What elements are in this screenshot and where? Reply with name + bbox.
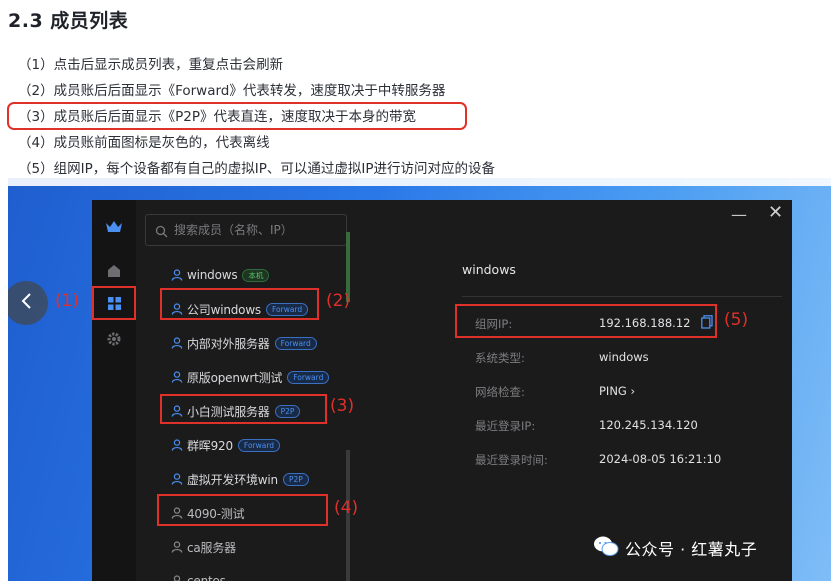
member-tag: P2P: [282, 472, 309, 486]
detail-value: 120.245.134.120: [599, 418, 698, 432]
callout-label-2: (2): [326, 291, 351, 311]
member-tag: 本机: [242, 268, 270, 282]
detail-title: windows: [462, 262, 516, 277]
chevron-left-icon: [20, 292, 32, 314]
member-name: 内部对外服务器: [187, 336, 270, 351]
detail-row-last-ip: 最近登录IP: 120.245.134.120: [475, 418, 775, 438]
gear-icon[interactable]: [101, 326, 127, 352]
member-search-box[interactable]: [145, 214, 347, 246]
highlight-box-line-3: [7, 102, 467, 130]
member-tag: Forward: [274, 336, 317, 350]
member-search-input[interactable]: [174, 221, 339, 239]
member-item[interactable]: 虚拟开发环境win P2P: [145, 462, 350, 496]
callout-box-1: [92, 286, 136, 320]
wechat-icon: [593, 535, 619, 561]
callout-label-1: (1): [55, 291, 80, 311]
minimize-button[interactable]: —: [731, 207, 747, 224]
detail-row-network-check: 网络检查: PING ›: [475, 384, 775, 404]
detail-label: 系统类型:: [475, 351, 525, 365]
callout-label-4: (4): [334, 498, 359, 518]
member-item[interactable]: 原版openwrt测试 Forward: [145, 360, 350, 394]
search-icon: [155, 223, 168, 242]
close-button[interactable]: ✕: [768, 204, 783, 222]
ping-link[interactable]: PING ›: [599, 384, 635, 398]
member-tag: Forward: [237, 438, 281, 452]
section-heading: 2.3 成员列表: [8, 10, 129, 32]
explanation-line: （4）成员账前面图标是灰色的，代表离线: [18, 135, 270, 151]
callout-label-5: (5): [724, 310, 749, 330]
callout-box-3: [160, 394, 327, 424]
user-online-icon: [171, 368, 183, 387]
explanation-line: （2）成员账后后面显示《Forward》代表转发，速度取决于中转服务器: [18, 83, 446, 99]
member-tag: Forward: [287, 370, 330, 384]
callout-box-2: [160, 288, 319, 320]
member-item[interactable]: windows 本机: [145, 258, 350, 292]
detail-label: 最近登录时间:: [475, 453, 548, 467]
app-screenshot: — ✕ windows 本机 公司windows Forward 内部对外服务器…: [8, 178, 831, 581]
back-button[interactable]: [8, 281, 48, 325]
detail-label: 最近登录IP:: [475, 419, 536, 433]
watermark-text: 公众号 · 红薯丸子: [625, 540, 758, 559]
callout-box-4: [157, 494, 328, 526]
side-rail: [92, 200, 136, 581]
callout-label-3: (3): [330, 396, 355, 416]
chevron-right-icon: ›: [630, 384, 636, 398]
crown-icon[interactable]: [101, 214, 127, 240]
member-name: 原版openwrt测试: [187, 370, 283, 385]
home-icon[interactable]: [101, 258, 127, 284]
explanation-line: （1）点击后显示成员列表，重复点击会刷新: [18, 57, 284, 73]
member-item[interactable]: ca服务器: [145, 530, 350, 564]
detail-row-os: 系统类型: windows: [475, 350, 775, 370]
detail-row-last-login: 最近登录时间: 2024-08-05 16:21:10: [475, 452, 775, 472]
member-name: centos: [187, 574, 226, 581]
screenshot-top-band: [8, 178, 831, 186]
detail-label: 网络检查:: [475, 385, 525, 399]
user-online-icon: [171, 470, 183, 489]
user-offline-icon: [171, 572, 183, 581]
user-offline-icon: [171, 538, 183, 557]
user-online-icon: [171, 436, 183, 455]
detail-value: windows: [599, 350, 649, 364]
divider: [462, 296, 782, 297]
detail-value: 2024-08-05 16:21:10: [599, 452, 722, 466]
member-item[interactable]: centos: [145, 564, 350, 581]
member-item[interactable]: 群晖920 Forward: [145, 428, 350, 462]
member-item[interactable]: 内部对外服务器 Forward: [145, 326, 350, 360]
user-online-icon: [171, 334, 183, 353]
ping-label: PING: [599, 384, 627, 398]
member-name: 群晖920: [187, 438, 233, 453]
member-name: 虚拟开发环境win: [187, 472, 278, 487]
callout-box-5: [455, 304, 717, 338]
user-online-icon: [171, 266, 183, 285]
member-name: ca服务器: [187, 540, 236, 555]
wechat-watermark: 公众号 · 红薯丸子: [593, 535, 757, 561]
member-name: windows: [187, 268, 238, 282]
